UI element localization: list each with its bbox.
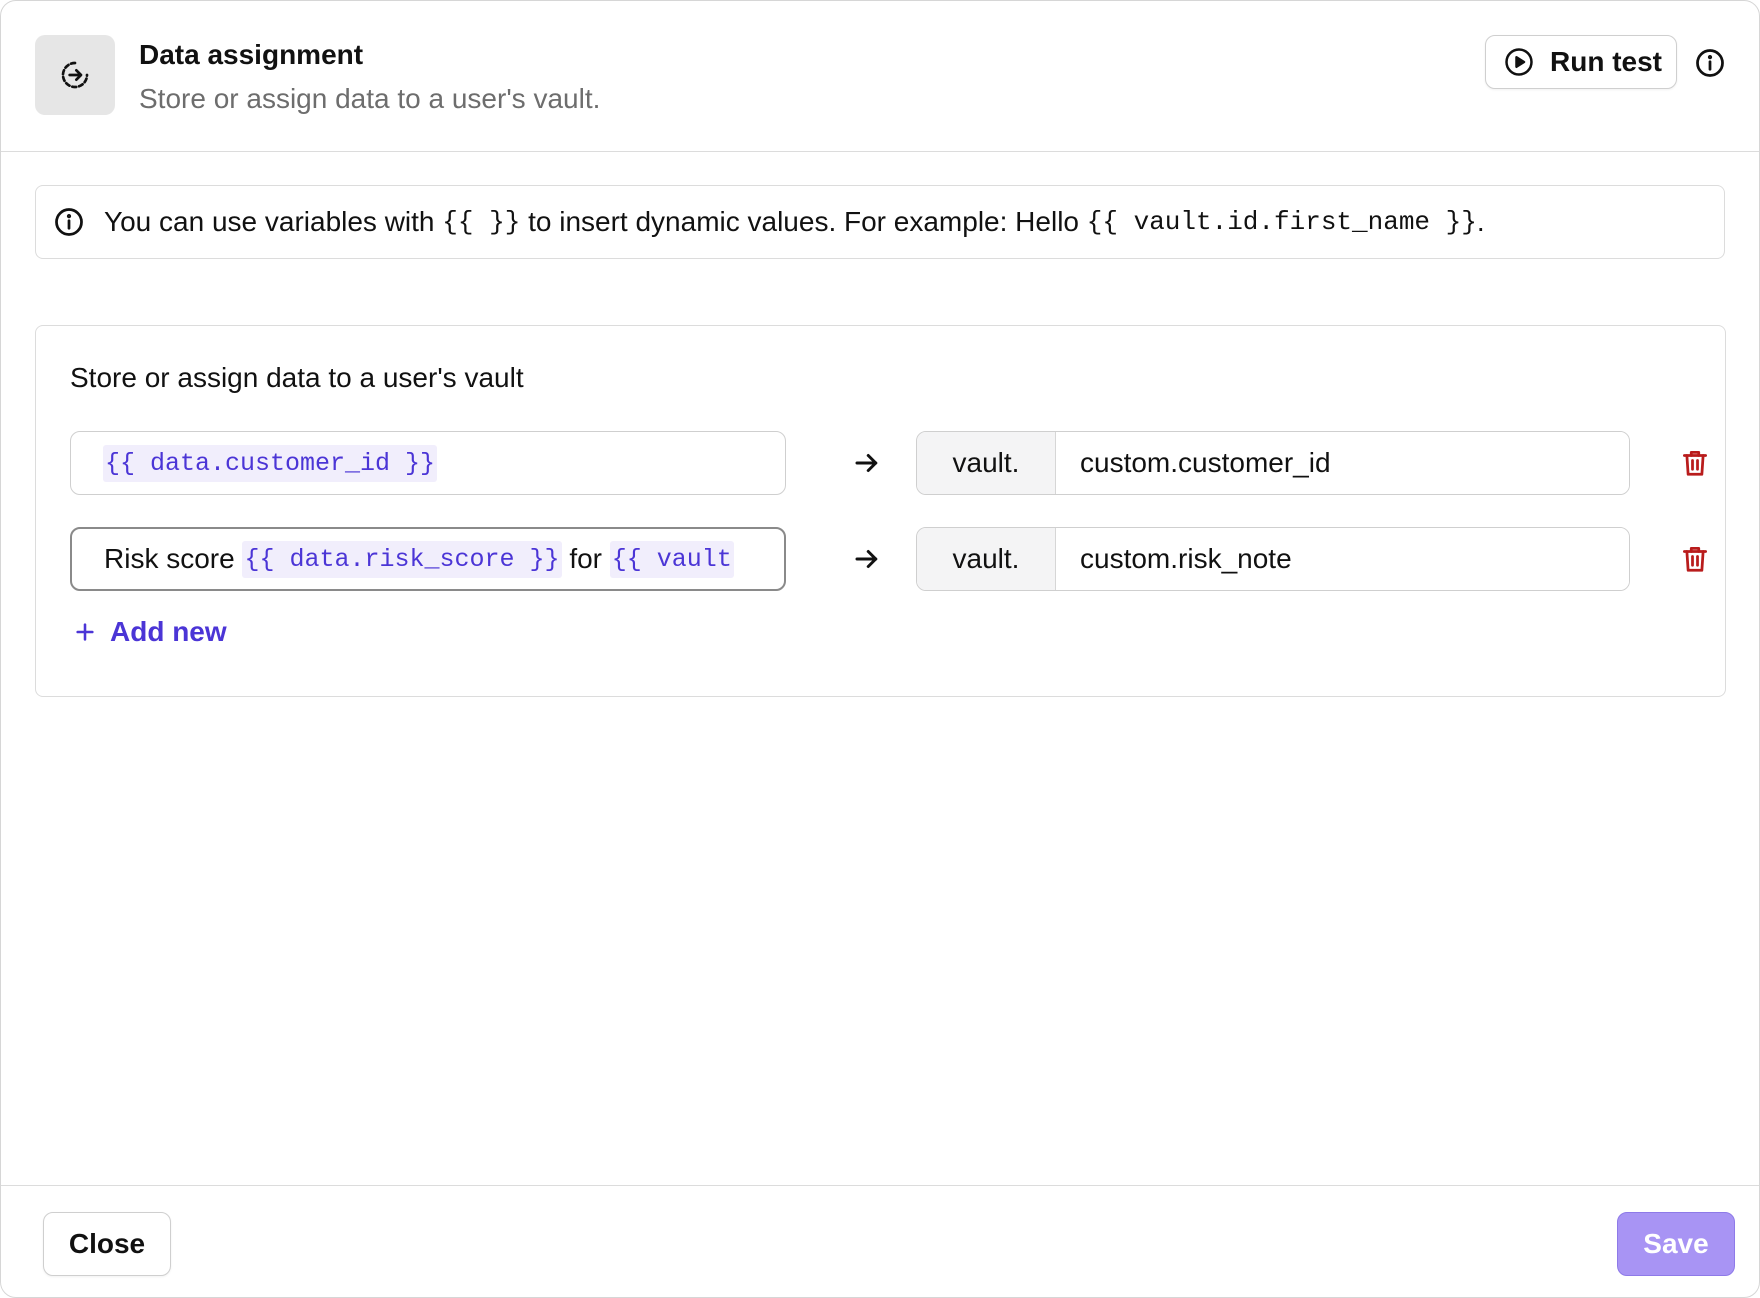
hint-text-after: . bbox=[1476, 206, 1485, 237]
source-text: for bbox=[569, 543, 603, 574]
plus-icon bbox=[76, 623, 94, 641]
arrow-right-icon bbox=[855, 550, 878, 568]
variable-chip: {{ vault bbox=[609, 540, 734, 578]
run-test-button[interactable]: Run test bbox=[1485, 35, 1677, 89]
hint-text-middle: to insert dynamic values. For example: H… bbox=[528, 206, 1079, 237]
dialog-footer: Close Save bbox=[1, 1185, 1759, 1297]
assignment-row: {{ data.customer_id }} vault. bbox=[70, 431, 1710, 495]
run-test-label: Run test bbox=[1550, 46, 1662, 77]
dialog-subtitle: Store or assign data to a user's vault. bbox=[139, 83, 601, 114]
close-button[interactable]: Close bbox=[43, 1212, 171, 1276]
vault-target-field: vault. bbox=[916, 527, 1630, 591]
vault-target-field: vault. bbox=[916, 431, 1630, 495]
hint-text-before: You can use variables with bbox=[104, 206, 435, 237]
assignment-row: Risk score {{ data.risk_score }} for {{ … bbox=[70, 527, 1710, 591]
info-icon bbox=[55, 208, 83, 236]
variables-hint-banner: You can use variables with {{ }} to inse… bbox=[35, 185, 1725, 259]
info-icon[interactable] bbox=[1695, 48, 1725, 78]
source-text: Risk score bbox=[104, 543, 235, 574]
vault-prefix: vault. bbox=[917, 528, 1056, 590]
hint-example: {{ vault.id.first_name }} bbox=[1086, 207, 1477, 237]
play-circle-icon bbox=[1505, 48, 1533, 76]
vault-prefix: vault. bbox=[917, 432, 1056, 494]
source-value-input[interactable]: {{ data.customer_id }} bbox=[70, 431, 786, 495]
vault-path-input[interactable] bbox=[1056, 528, 1629, 590]
save-button[interactable]: Save bbox=[1617, 1212, 1735, 1276]
variable-chip: {{ data.risk_score }} bbox=[242, 540, 562, 578]
assignment-card-title: Store or assign data to a user's vault bbox=[70, 362, 524, 393]
dialog-title: Data assignment bbox=[139, 39, 364, 70]
vault-path-input[interactable] bbox=[1056, 432, 1629, 494]
assignment-card: Store or assign data to a user's vault {… bbox=[35, 325, 1726, 697]
trash-icon[interactable] bbox=[1680, 544, 1710, 574]
arrow-circle-right-icon bbox=[35, 35, 115, 115]
dialog-header: Data assignment Store or assign data to … bbox=[1, 1, 1759, 152]
data-assignment-dialog: Data assignment Store or assign data to … bbox=[0, 0, 1760, 1298]
add-new-button[interactable]: Add new bbox=[74, 616, 227, 648]
variable-chip: {{ data.customer_id }} bbox=[103, 444, 438, 482]
source-value-input[interactable]: Risk score {{ data.risk_score }} for {{ … bbox=[70, 527, 786, 591]
arrow-right-icon bbox=[855, 454, 878, 472]
hint-braces: {{ }} bbox=[442, 207, 521, 237]
trash-icon[interactable] bbox=[1680, 448, 1710, 478]
add-new-label: Add new bbox=[110, 616, 227, 647]
